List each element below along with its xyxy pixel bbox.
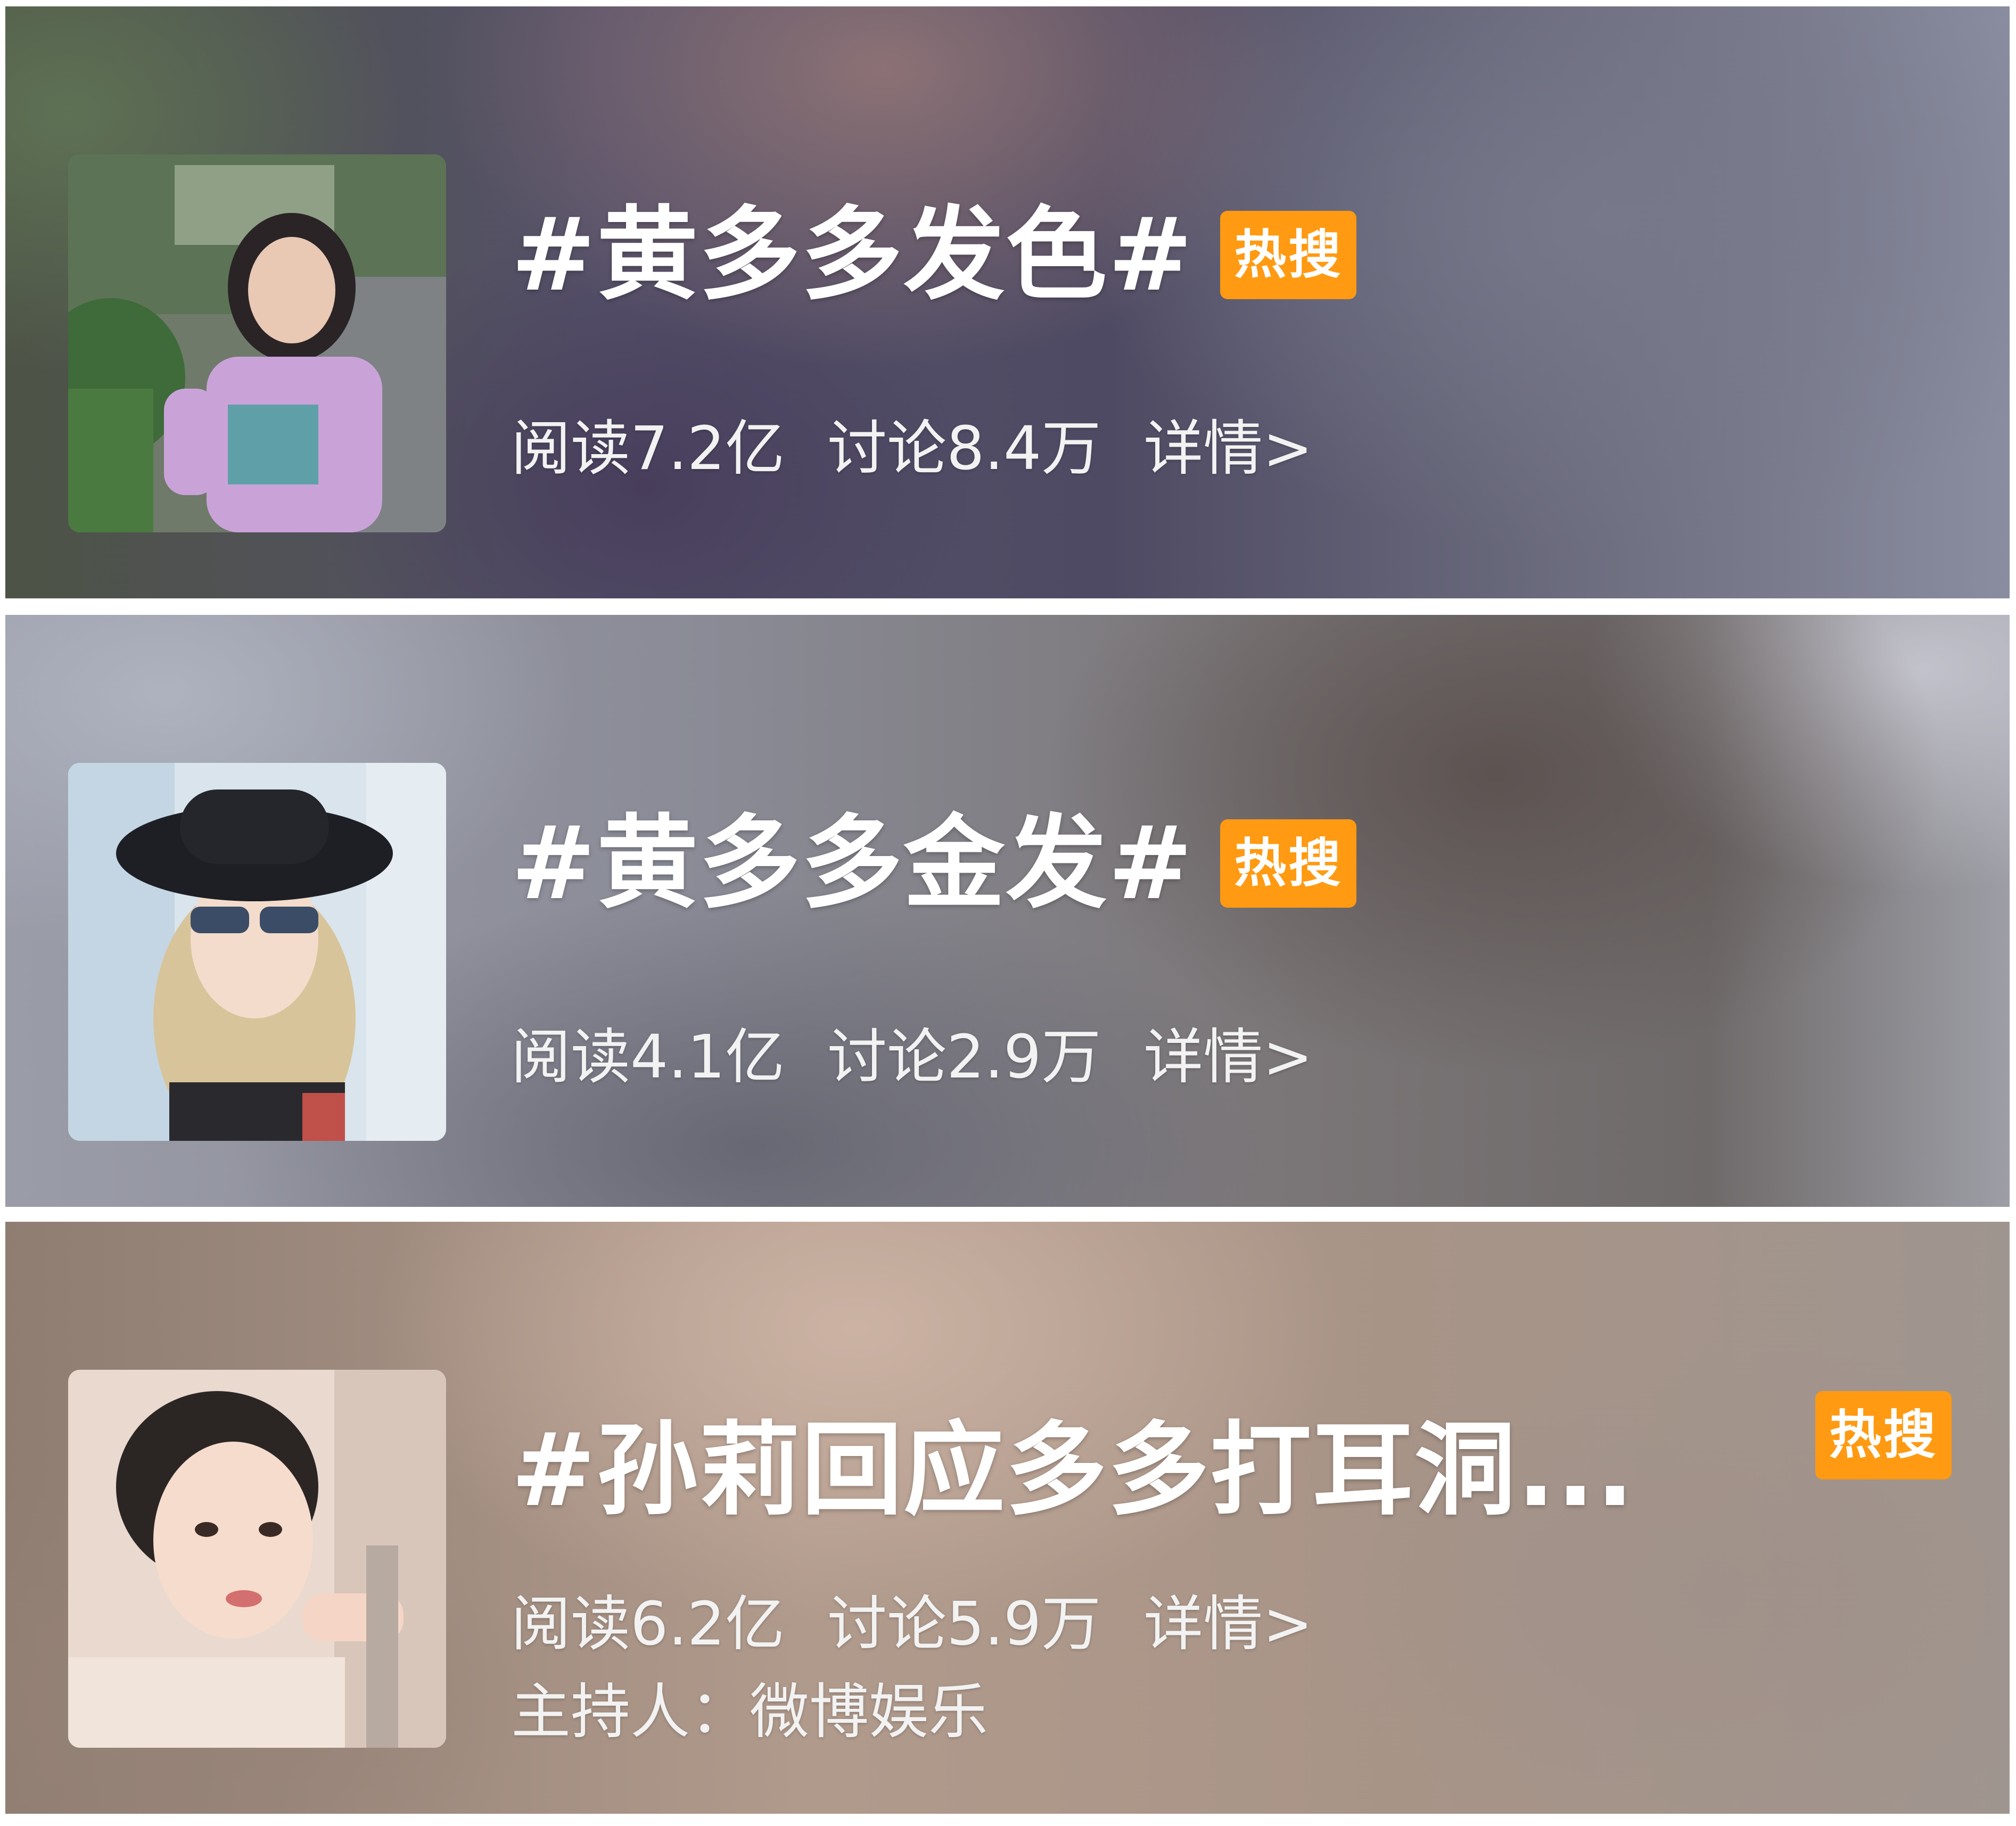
topic-title-row: #黄多多发色# 热搜 (511, 204, 1357, 306)
details-link[interactable]: 详情> (1143, 1027, 1313, 1087)
host-label: 主持人： (511, 1677, 750, 1747)
topic-host: 主持人：微博娱乐 (511, 1682, 988, 1742)
hot-search-badge: 热搜 (1815, 1391, 1952, 1479)
read-label: 阅读 (511, 414, 630, 483)
topic-stats: 阅读7.2亿 讨论8.4万 详情> (511, 419, 1313, 479)
discuss-label: 讨论 (827, 1023, 947, 1092)
hot-topic-card-3[interactable]: #孙莉回应多多打耳洞... 热搜 阅读6.2亿 讨论5.9万 详情> 主持人：微博娱… (5, 1222, 2010, 1814)
discuss-count: 8.4万 (947, 414, 1101, 483)
topic-stats: 阅读6.2亿 讨论5.9万 详情> (511, 1594, 1313, 1654)
hot-topic-card-2[interactable]: #黄多多金发# 热搜 阅读4.1亿 讨论2.9万 详情> (5, 615, 2010, 1207)
topic-title-row: #黄多多金发# 热搜 (511, 813, 1357, 914)
topic-stats: 阅读4.1亿 讨论2.9万 详情> (511, 1027, 1313, 1087)
discuss-label: 讨论 (827, 414, 947, 483)
read-count: 7.2亿 (630, 414, 785, 483)
topic-thumbnail[interactable] (68, 763, 446, 1141)
topic-title[interactable]: #黄多多发色# (511, 204, 1194, 306)
host-name[interactable]: 微博娱乐 (750, 1677, 988, 1747)
read-label: 阅读 (511, 1590, 630, 1659)
girl-hat-sunglasses-photo-icon (68, 763, 446, 1141)
girl-pink-shirt-photo-icon (68, 154, 446, 532)
discuss-label: 讨论 (827, 1590, 947, 1659)
details-link[interactable]: 详情> (1143, 419, 1313, 479)
discuss-count: 5.9万 (947, 1590, 1101, 1659)
topic-thumbnail[interactable] (68, 1370, 446, 1748)
read-label: 阅读 (511, 1023, 630, 1092)
topic-title-row: #孙莉回应多多打耳洞... (511, 1420, 1635, 1521)
details-link[interactable]: 详情> (1143, 1594, 1313, 1654)
topic-title[interactable]: #黄多多金发# (511, 813, 1194, 914)
topic-thumbnail[interactable] (68, 154, 446, 532)
read-count: 4.1亿 (630, 1023, 785, 1092)
hot-search-badge: 热搜 (1220, 819, 1357, 908)
hot-topic-card-1[interactable]: #黄多多发色# 热搜 阅读7.2亿 讨论8.4万 详情> (5, 6, 2010, 598)
top-divider (160, 0, 1853, 5)
girl-portrait-photo-icon (68, 1370, 446, 1748)
topic-title[interactable]: #孙莉回应多多打耳洞... (511, 1420, 1635, 1521)
discuss-count: 2.9万 (947, 1023, 1101, 1092)
hot-search-badge: 热搜 (1220, 211, 1357, 299)
read-count: 6.2亿 (630, 1590, 785, 1659)
